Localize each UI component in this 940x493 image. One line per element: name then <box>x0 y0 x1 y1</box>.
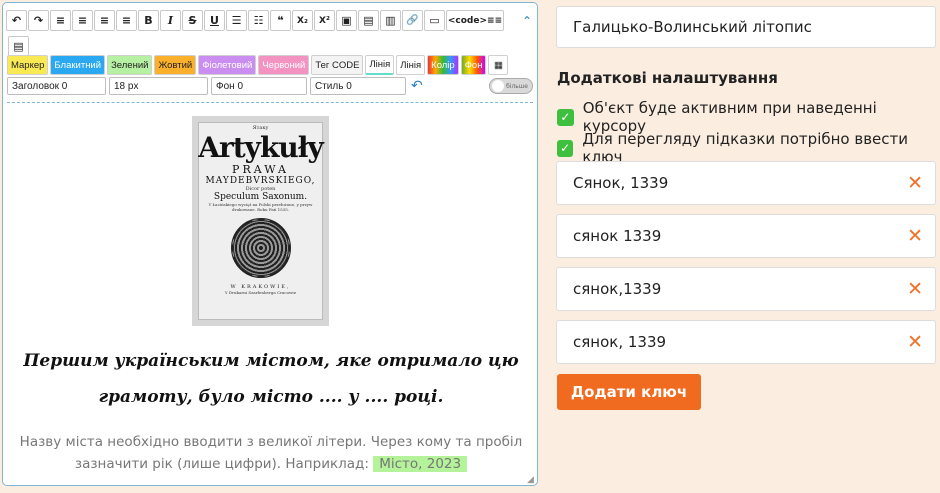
yellow-button[interactable]: Жовтий <box>154 55 197 75</box>
align-right-button[interactable]: ≡ <box>94 10 115 31</box>
book-small-text: Y Łacińskiego wycięt na Polski przełożon… <box>208 202 313 212</box>
code-block-button[interactable]: <code>≡≡ <box>446 10 504 31</box>
book-line-1: PRAWA <box>232 163 289 176</box>
line-button-2[interactable]: Лінія <box>396 55 426 75</box>
settings-heading: Додаткові налаштування <box>557 69 778 87</box>
book-cover-image: Ятаку Artykuły PRAWA MAYDEBVRSKIEGO, Dic… <box>192 116 329 326</box>
chevron-up-icon[interactable]: ⌃ <box>522 14 532 28</box>
checkmark-icon[interactable]: ✓ <box>557 139 574 157</box>
align-center-button[interactable]: ≡ <box>72 10 93 31</box>
red-button[interactable]: Червоний <box>258 55 310 75</box>
background-select[interactable]: Фон 0 <box>211 77 307 95</box>
key-value: сянок,1339 <box>573 280 662 298</box>
key-value: сянок, 1339 <box>573 333 667 351</box>
key-input[interactable]: сянок, 1339 ✕ <box>556 320 936 364</box>
title-input[interactable]: Галицько-Волинський літопис <box>556 6 936 48</box>
line-button-1[interactable]: Лінія <box>365 55 395 75</box>
editor-toolbar: ↶ ↷ ≡ ≡ ≡ ≡ B I S U ☰ ☷ ❝ X₂ X² ▣ ▤ ▥ 🔗 … <box>6 10 504 31</box>
clipboard-icon[interactable]: ▤ <box>8 36 29 57</box>
italic-button[interactable]: I <box>160 10 181 31</box>
quote-button[interactable]: ❝ <box>270 10 291 31</box>
bold-button[interactable]: B <box>138 10 159 31</box>
rich-text-editor[interactable]: ↶ ↷ ≡ ≡ ≡ ≡ B I S U ☰ ☷ ❝ X₂ X² ▣ ▤ ▥ 🔗 … <box>2 2 538 486</box>
style-toolbar: Маркер Блакитний Зелений Жовтий Фіолетов… <box>7 55 509 75</box>
resize-handle-icon[interactable]: ◢ <box>527 475 534 485</box>
link-icon[interactable]: 🔗 <box>402 10 423 31</box>
blue-button[interactable]: Блакитний <box>50 55 106 75</box>
close-icon[interactable]: ✕ <box>907 278 923 300</box>
bullet-list-button[interactable]: ☰ <box>226 10 247 31</box>
add-key-button[interactable]: Додати ключ <box>557 374 701 410</box>
style-select[interactable]: Стиль 0 <box>310 77 406 95</box>
font-size-select[interactable]: 18 px <box>109 77 208 95</box>
marker-button[interactable]: Маркер <box>7 55 49 75</box>
book-line-4: Speculum Saxonum. <box>213 192 308 202</box>
tag-code-button[interactable]: Тег CODE <box>311 55 364 75</box>
close-icon[interactable]: ✕ <box>907 331 923 353</box>
key-input[interactable]: сянок 1339 ✕ <box>556 214 936 258</box>
emblem-icon <box>230 218 291 278</box>
close-icon[interactable]: ✕ <box>907 172 923 194</box>
align-justify-button[interactable]: ≡ <box>116 10 137 31</box>
heading-select[interactable]: Заголовок 0 <box>7 77 106 95</box>
document-icon[interactable]: ▤ <box>358 10 379 31</box>
book-title: Artykuły <box>198 131 323 164</box>
key-value: сянок 1339 <box>573 227 662 245</box>
key-input[interactable]: Сянок, 1339 ✕ <box>556 161 936 205</box>
image-icon[interactable]: ▣ <box>336 10 357 31</box>
green-button[interactable]: Зелений <box>107 55 153 75</box>
superscript-button[interactable]: X² <box>314 10 335 31</box>
subscript-button[interactable]: X₂ <box>292 10 313 31</box>
numbered-list-button[interactable]: ☷ <box>248 10 269 31</box>
key-input[interactable]: сянок,1339 ✕ <box>556 267 936 311</box>
book-bottom: Y Drukarni Szarfenberga Cracowie <box>224 290 297 295</box>
hint-text: Назву міста необхідно вводити з великої … <box>11 431 531 475</box>
divider <box>7 102 533 103</box>
more-toggle[interactable]: більше <box>489 78 533 94</box>
hint-example: Місто, 2023 <box>373 456 468 472</box>
color-button[interactable]: Колір <box>427 55 459 75</box>
background-color-button[interactable]: Фон <box>460 55 487 75</box>
strikethrough-button[interactable]: S <box>182 10 203 31</box>
align-left-button[interactable]: ≡ <box>50 10 71 31</box>
key-value: Сянок, 1339 <box>573 174 669 192</box>
undo-icon[interactable]: ↶ <box>411 78 423 94</box>
checkmark-icon[interactable]: ✓ <box>557 108 574 126</box>
violet-button[interactable]: Фіолетовий <box>198 55 257 75</box>
table-icon[interactable]: ▦ <box>488 55 509 75</box>
comment-icon[interactable]: ▭ <box>424 10 445 31</box>
book-line-2: MAYDEBVRSKIEGO, <box>205 176 316 186</box>
underline-button[interactable]: U <box>204 10 225 31</box>
format-selects: Заголовок 0 18 px Фон 0 Стиль 0 ↶ <box>7 77 423 95</box>
question-text: Першим українським містом, яке отримало … <box>23 351 519 407</box>
undo-button[interactable]: ↶ <box>6 10 27 31</box>
file-icon[interactable]: ▥ <box>380 10 401 31</box>
redo-button[interactable]: ↷ <box>28 10 49 31</box>
close-icon[interactable]: ✕ <box>907 225 923 247</box>
